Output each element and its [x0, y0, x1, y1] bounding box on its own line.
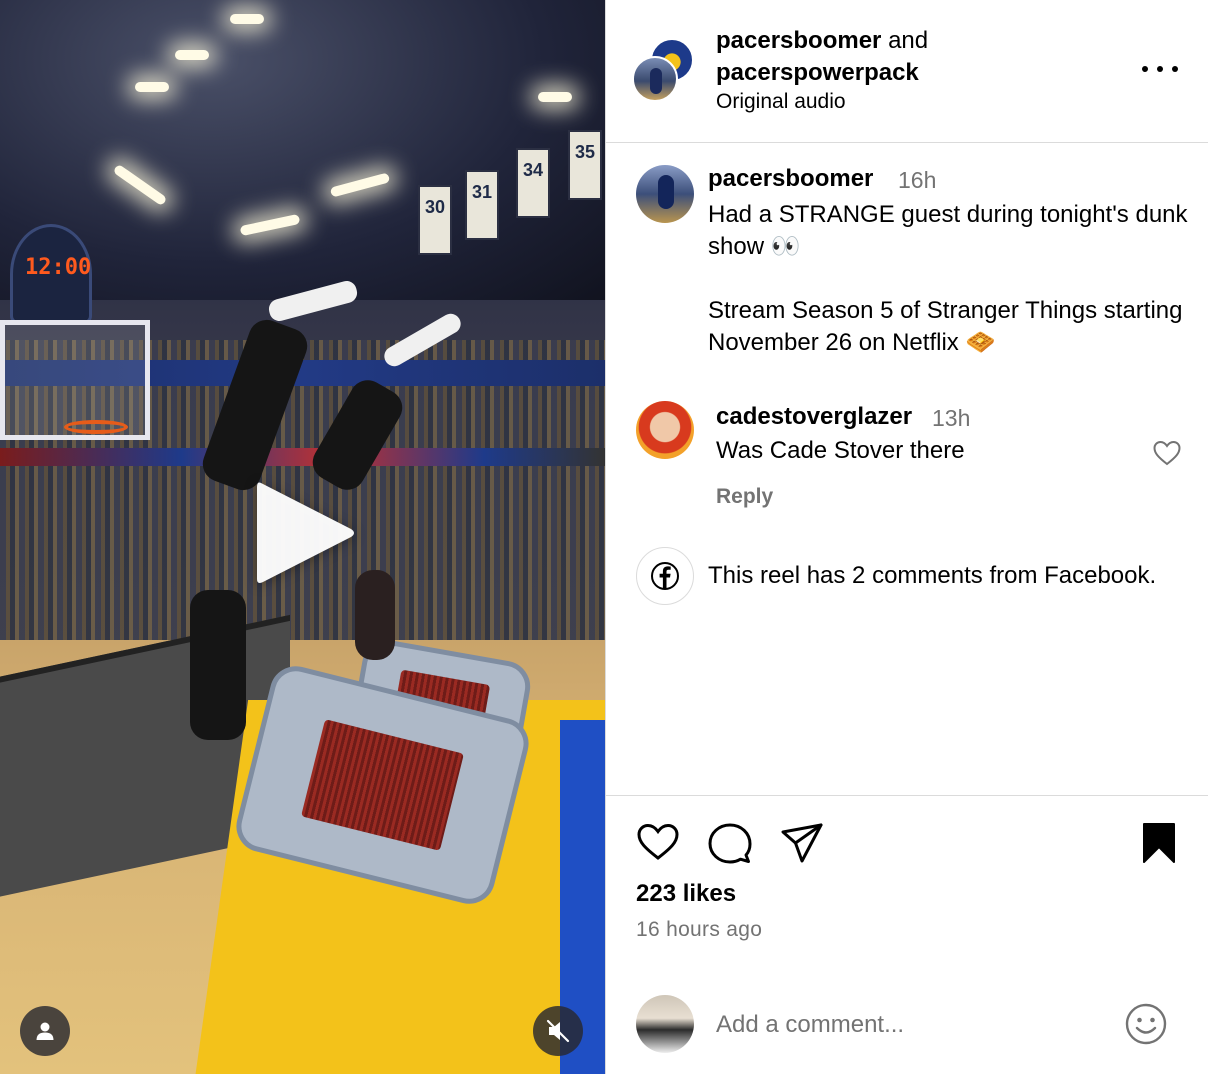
emoji-button[interactable] [1124, 1002, 1168, 1051]
collab-authors: pacersboomer and pacerspowerpack [716, 25, 928, 89]
arena-light [230, 14, 264, 24]
comment-button[interactable] [708, 822, 752, 869]
arena-light [175, 50, 209, 60]
like-button[interactable] [636, 822, 680, 867]
reel-video[interactable]: 30 31 34 35 12:00 [0, 0, 605, 1074]
arena-led-ribbon [0, 448, 605, 466]
share-button[interactable] [780, 822, 824, 869]
collab-avatars[interactable] [632, 38, 696, 102]
heart-icon [1153, 440, 1181, 466]
more-options-icon [1142, 66, 1148, 72]
facebook-comments-text: This reel has 2 comments from Facebook. [708, 562, 1157, 589]
mute-toggle-button[interactable] [533, 1006, 583, 1056]
avatar[interactable] [632, 56, 678, 102]
arena-light [538, 92, 572, 102]
like-comment-button[interactable] [1152, 439, 1182, 472]
more-options-button[interactable] [1142, 56, 1178, 82]
muted-speaker-icon [546, 1019, 570, 1043]
emoji-icon [1125, 1003, 1167, 1045]
post-details-panel: pacersboomer and pacerspowerpack Origina… [605, 0, 1208, 1074]
caption-text: Had a STRANGE guest during tonight's dun… [708, 201, 1188, 356]
post-header: pacersboomer and pacerspowerpack Origina… [606, 0, 1208, 143]
post-timestamp[interactable]: 16 hours ago [636, 918, 762, 942]
play-icon [257, 482, 354, 583]
comment-input[interactable] [716, 1005, 1106, 1045]
author-joiner: and [888, 27, 929, 54]
caption-timestamp[interactable]: 16h [898, 167, 936, 194]
likes-count[interactable]: 223 likes [636, 880, 736, 908]
retired-number-banner: 30 [418, 185, 452, 255]
author-link[interactable]: pacersboomer [716, 27, 881, 54]
comment-username[interactable]: cadestoverglazer [716, 403, 912, 431]
avatar [636, 995, 694, 1053]
shot-clock-time: 12:00 [25, 255, 92, 280]
heart-icon [637, 823, 679, 860]
avatar[interactable] [636, 165, 694, 223]
facebook-icon [651, 562, 679, 590]
more-options-icon [1172, 66, 1178, 72]
tagged-users-button[interactable] [20, 1006, 70, 1056]
save-button[interactable] [1141, 822, 1177, 869]
audio-link[interactable]: Original audio [716, 90, 846, 114]
retired-number-banner: 31 [465, 170, 499, 240]
play-button[interactable] [243, 473, 363, 593]
retired-number-banner: 35 [568, 130, 602, 200]
comment-bubble-icon [708, 823, 752, 864]
more-options-icon [1157, 66, 1163, 72]
basket-rim [64, 420, 128, 434]
shot-clock: 12:00 [10, 224, 92, 324]
user-icon [36, 1022, 54, 1040]
performer-silhouette [190, 590, 246, 740]
comment-text: Was Cade Stover there [716, 437, 965, 464]
avatar[interactable] [636, 401, 694, 459]
comment-timestamp[interactable]: 13h [932, 405, 970, 432]
caption-username[interactable]: pacersboomer [708, 165, 873, 193]
arena-light [135, 82, 169, 92]
facebook-badge [636, 547, 694, 605]
reply-button[interactable]: Reply [716, 485, 773, 509]
author-link[interactable]: pacerspowerpack [716, 59, 919, 86]
post-actions: 223 likes 16 hours ago [606, 795, 1208, 975]
retired-number-banner: 34 [516, 148, 550, 218]
add-comment-bar [606, 975, 1208, 1074]
facebook-comments-note: This reel has 2 comments from Facebook. [636, 547, 1156, 605]
paper-plane-icon [781, 823, 823, 863]
comments-list[interactable]: pacersboomer 16h Had a STRANGE guest dur… [606, 143, 1208, 795]
bookmark-icon [1143, 823, 1175, 863]
